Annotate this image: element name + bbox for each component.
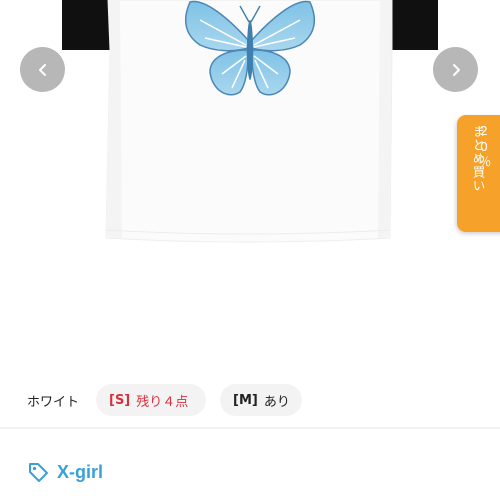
size-chip-m[interactable]: [M] あり <box>220 384 302 416</box>
color-label: ホワイト <box>27 395 80 410</box>
brand-name: X-girl <box>57 461 104 482</box>
tshirt-image <box>62 0 438 243</box>
chevron-right-icon <box>452 63 460 76</box>
variant-row: ホワイト [S] 残り４点 [M] あり <box>0 382 500 418</box>
tag-icon <box>29 463 48 482</box>
chevron-left-icon <box>38 63 46 76</box>
section-divider <box>0 427 500 429</box>
product-page: まとめ買い 20％ ホワイト [S] 残り４点 [M] あり X-girl <box>0 0 500 500</box>
size-label: [M] <box>233 392 258 408</box>
size-chip-s[interactable]: [S] 残り４点 <box>96 384 206 416</box>
gallery-next-button[interactable] <box>433 47 478 92</box>
stock-status: 残り４点 <box>136 394 189 410</box>
gallery-prev-button[interactable] <box>20 47 65 92</box>
size-label: [S] <box>109 392 131 408</box>
brand-link[interactable]: X-girl <box>27 458 103 486</box>
stock-status: あり <box>263 394 290 410</box>
bulk-discount-tab[interactable]: まとめ買い 20％ <box>457 115 500 232</box>
bulk-discount-percent: 20％ <box>476 122 492 169</box>
product-photo[interactable] <box>0 0 500 345</box>
